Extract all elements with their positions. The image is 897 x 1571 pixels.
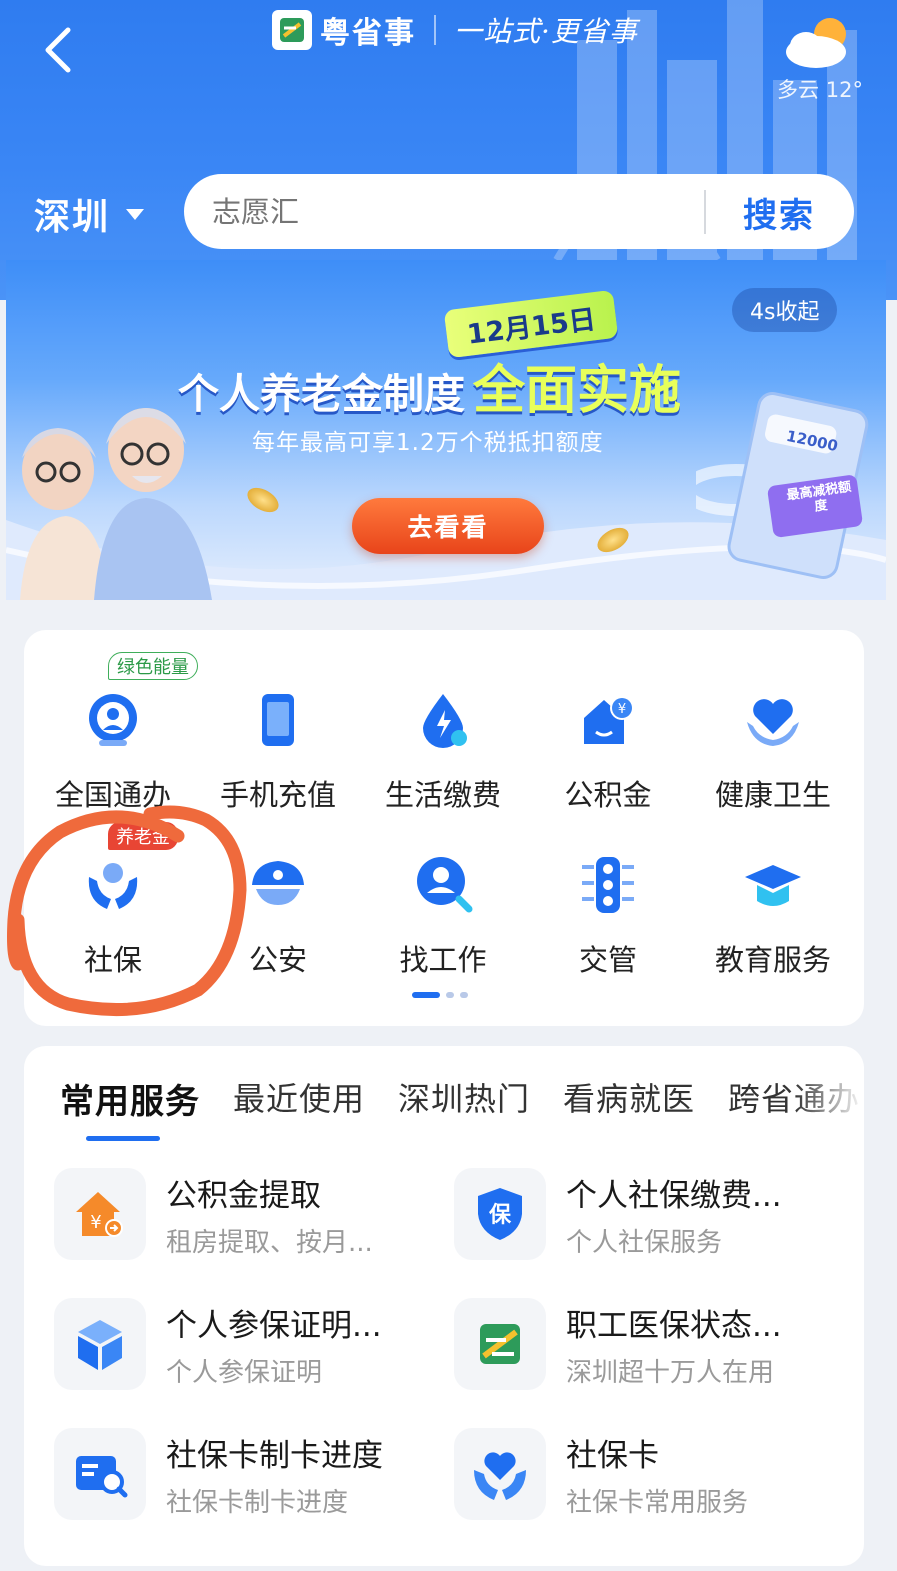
- weather-text: 多云 12°: [777, 78, 863, 102]
- phone-icon: [262, 694, 294, 746]
- heart-hands-icon: [454, 1428, 546, 1520]
- banner-title: 个人养老金制度 全面实施: [178, 348, 681, 423]
- grid-pagination: [412, 992, 474, 1000]
- search-bar: 搜索: [184, 174, 854, 249]
- grid-item-health[interactable]: 健康卫生: [689, 650, 857, 812]
- svg-text:¥: ¥: [618, 702, 626, 717]
- service-title: 个人参保证明...: [166, 1308, 382, 1344]
- housing-fund-icon: ¥: [584, 696, 634, 744]
- page-dot: [460, 992, 468, 998]
- grid-item-job-search[interactable]: 找工作: [359, 815, 527, 977]
- service-item-personal-ss-payment[interactable]: 保 个人社保缴费... 个人社保服务: [454, 1168, 834, 1268]
- back-button[interactable]: [36, 22, 84, 78]
- house-yuan-icon: ¥: [54, 1168, 146, 1260]
- grid-label: 公安: [248, 943, 307, 977]
- tab-common-services[interactable]: 常用服务: [60, 1074, 200, 1141]
- svg-text:¥: ¥: [90, 1212, 101, 1233]
- banner-collapse-button[interactable]: 4s收起: [732, 288, 838, 332]
- green-energy-badge: 绿色能量: [108, 652, 198, 680]
- service-subtitle: 租房提取、按月...: [166, 1228, 373, 1258]
- utility-drop-icon: [423, 694, 467, 748]
- brand-slogan: 一站式·更省事: [454, 15, 638, 48]
- grid-item-police[interactable]: 公安: [194, 815, 362, 977]
- grid-label: 社保: [83, 943, 142, 977]
- service-item-housing-fund-withdraw[interactable]: ¥ 公积金提取 租房提取、按月...: [54, 1168, 434, 1268]
- tabs-fade: [794, 1066, 864, 1126]
- promo-banner[interactable]: 4s收起 12月15日 个人养老金制度 全面实施 每年最高可享1.2万个税抵扣额度…: [6, 260, 886, 600]
- social-security-icon: [88, 863, 138, 909]
- grid-label: 交管: [578, 943, 637, 977]
- app-header: 粤省事 一站式·更省事 多云 12° 深圳: [0, 0, 897, 300]
- job-search-icon: [417, 857, 473, 913]
- banner-subtitle: 每年最高可享1.2万个税抵扣额度: [252, 430, 604, 456]
- cube-icon: [54, 1298, 146, 1390]
- service-item-ss-card[interactable]: 社保卡 社保卡常用服务: [454, 1428, 834, 1528]
- grid-item-housing-fund[interactable]: ¥ 公积金: [524, 650, 692, 812]
- service-item-ss-card-progress[interactable]: 社保卡制卡进度 社保卡制卡进度: [54, 1428, 434, 1528]
- service-title: 公积金提取: [166, 1178, 321, 1214]
- brand-header: 粤省事 一站式·更省事: [272, 8, 638, 52]
- service-title: 社保卡制卡进度: [166, 1438, 383, 1474]
- card-search-icon: [54, 1428, 146, 1520]
- grid-label: 健康卫生: [714, 778, 831, 812]
- service-title: 职工医保状态...: [566, 1308, 782, 1344]
- tab-shenzhen-hot[interactable]: 深圳热门: [398, 1074, 530, 1123]
- grid-label: 公积金: [564, 778, 652, 812]
- shield-bao-icon: 保: [454, 1168, 546, 1260]
- grid-item-phone-topup[interactable]: 手机充值: [194, 650, 362, 812]
- service-title: 社保卡: [566, 1438, 659, 1474]
- banner-title-main: 个人养老金制度: [178, 370, 465, 418]
- grid-label: 全国通办: [54, 778, 171, 812]
- service-subtitle: 个人参保证明: [166, 1358, 323, 1388]
- service-subtitle: 深圳超十万人在用: [566, 1358, 775, 1388]
- grid-item-utilities[interactable]: 生活缴费: [359, 650, 527, 812]
- service-subtitle: 个人社保服务: [566, 1228, 723, 1258]
- city-label: 深圳: [34, 197, 111, 238]
- grid-label: 生活缴费: [384, 778, 501, 812]
- grid-label: 教育服务: [714, 943, 831, 977]
- service-subtitle: 社保卡常用服务: [566, 1488, 749, 1518]
- graduation-cap-icon: [745, 865, 801, 906]
- services-card: 常用服务 最近使用 深圳热门 看病就医 跨省通办 ¥ 公积金提取 租房提取、按月…: [24, 1046, 864, 1566]
- caret-down-icon: [126, 208, 145, 220]
- page-dot: [446, 992, 454, 998]
- city-selector[interactable]: 深圳: [34, 188, 145, 240]
- quick-services-grid: 全国通办 绿色能量 手机充值 生活缴费 ¥ 公积金 健康卫生 社保 养老金 公安…: [24, 630, 864, 1026]
- service-subtitle: 社保卡制卡进度: [166, 1488, 349, 1518]
- service-item-medical-insurance-status[interactable]: 职工医保状态... 深圳超十万人在用: [454, 1298, 834, 1398]
- brand-divider: [434, 15, 436, 45]
- service-item-insurance-certificate[interactable]: 个人参保证明... 个人参保证明: [54, 1298, 434, 1398]
- banner-title-highlight: 全面实施: [473, 361, 682, 421]
- search-input[interactable]: [212, 194, 692, 229]
- svg-text:保: 保: [488, 1203, 512, 1228]
- heart-hands-icon: [747, 699, 799, 746]
- brand-name: 粤省事: [320, 16, 416, 51]
- globe-icon: [89, 694, 137, 746]
- app-logo-icon: [272, 10, 312, 50]
- pension-badge: 养老金: [108, 822, 178, 850]
- service-tabs: 常用服务 最近使用 深圳热门 看病就医 跨省通办: [60, 1074, 864, 1141]
- app-logo-icon: [454, 1298, 546, 1390]
- partly-cloudy-icon: [786, 18, 846, 68]
- grid-item-education[interactable]: 教育服务: [689, 815, 857, 977]
- grid-label: 手机充值: [219, 778, 336, 812]
- tab-medical[interactable]: 看病就医: [563, 1074, 695, 1123]
- search-button[interactable]: 搜索: [724, 184, 834, 240]
- traffic-light-icon: [582, 857, 634, 913]
- weather-widget[interactable]: 多云 12°: [768, 12, 868, 102]
- grid-item-traffic[interactable]: 交管: [524, 815, 692, 977]
- banner-cta-button[interactable]: 去看看: [352, 498, 544, 554]
- search-divider: [704, 190, 706, 234]
- police-cap-icon: [252, 861, 304, 905]
- pension-device-illustration: [696, 392, 869, 579]
- page-dot-active: [412, 992, 440, 998]
- grid-label: 找工作: [399, 943, 487, 977]
- tab-recent[interactable]: 最近使用: [233, 1074, 365, 1123]
- service-title: 个人社保缴费...: [566, 1178, 782, 1214]
